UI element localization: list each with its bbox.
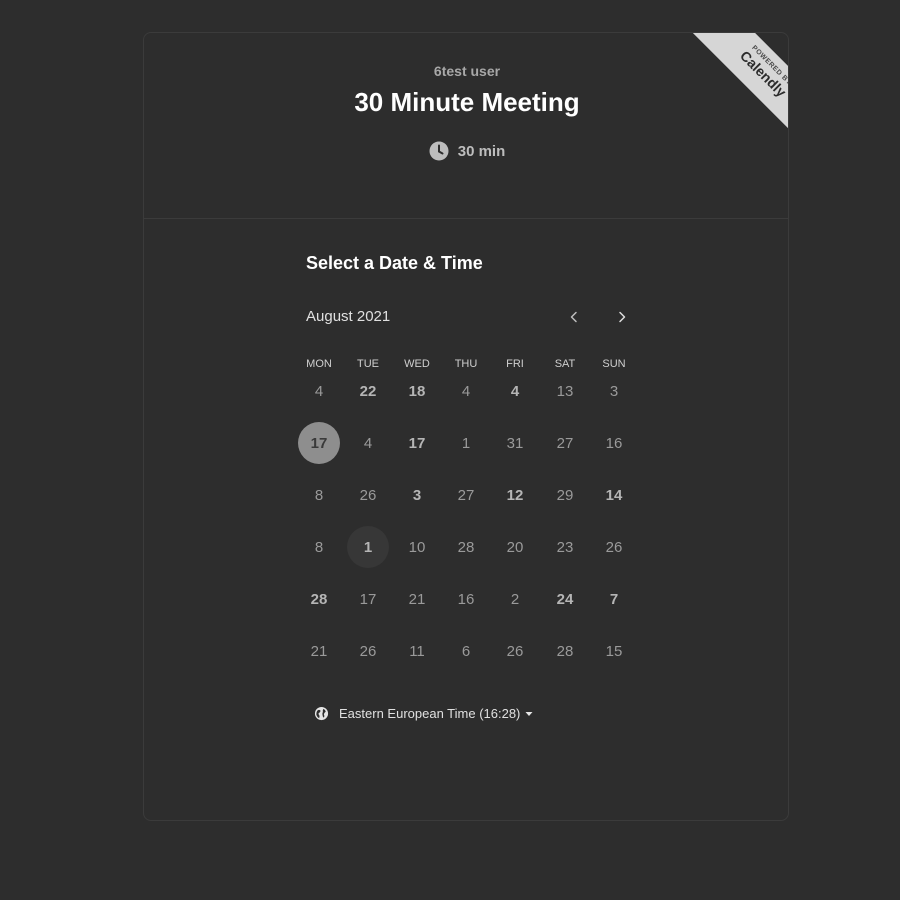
weekday-sun: SUN bbox=[602, 358, 626, 370]
calendar-day: 13 bbox=[556, 382, 574, 400]
calendar-day[interactable]: 22 bbox=[347, 370, 389, 412]
calendar-day: 29 bbox=[556, 486, 574, 504]
weekday-sat: SAT bbox=[554, 358, 576, 370]
weekday-fri: FRI bbox=[506, 358, 524, 370]
calendar-day: 6 bbox=[461, 642, 471, 660]
previous-month-button[interactable] bbox=[560, 303, 588, 331]
section-title: Select a Date & Time bbox=[306, 253, 483, 273]
month-label: August 2021 bbox=[306, 308, 391, 325]
calendar-day: 21 bbox=[310, 642, 328, 660]
calendar-day[interactable]: 7 bbox=[593, 578, 635, 620]
weekday-wed: WED bbox=[404, 358, 430, 370]
calendar-day: 31 bbox=[506, 434, 524, 452]
calendar-day: 3 bbox=[609, 382, 619, 400]
clock-icon bbox=[429, 141, 449, 161]
event-duration: 30 min bbox=[144, 141, 788, 161]
calendar-day: 26 bbox=[605, 538, 623, 556]
calendar-day[interactable]: 3 bbox=[396, 474, 438, 516]
calendar-grid: 4 22 18 4 4 13 3 17 4 17 1 31 27 16 8 26 3 27 12 29 14 8 1 10 28… bbox=[294, 376, 640, 694]
calendar-day: 26 bbox=[506, 642, 524, 660]
calendar-day[interactable]: 17 bbox=[396, 422, 438, 464]
booking-card: 6test user 30 Minute Meeting 30 min POWE… bbox=[143, 32, 789, 821]
weekday-tue: TUE bbox=[357, 358, 379, 370]
calendar-day: 11 bbox=[409, 642, 425, 660]
caret-down-icon bbox=[525, 711, 533, 716]
calendar-day: 4 bbox=[314, 382, 324, 400]
calendar-day: 16 bbox=[605, 434, 623, 452]
brand-name: Calendly bbox=[736, 47, 789, 100]
chevron-left-icon bbox=[570, 311, 577, 323]
calendar-day: 17 bbox=[359, 590, 377, 608]
calendar-day[interactable]: 18 bbox=[396, 370, 438, 412]
calendar-day: 16 bbox=[457, 590, 475, 608]
calendar-day[interactable]: 24 bbox=[544, 578, 586, 620]
calendar-day: 15 bbox=[605, 642, 623, 660]
calendar-day: 28 bbox=[457, 538, 475, 556]
calendar-day[interactable]: 12 bbox=[494, 474, 536, 516]
calendar-day: 8 bbox=[314, 538, 324, 556]
calendar-day: 28 bbox=[556, 642, 574, 660]
calendar-day: 27 bbox=[457, 486, 475, 504]
calendar-day: 27 bbox=[556, 434, 574, 452]
calendar-day: 10 bbox=[408, 538, 426, 556]
calendar-day: 26 bbox=[359, 642, 377, 660]
calendar-day: 26 bbox=[359, 486, 377, 504]
calendar-day: 4 bbox=[461, 382, 471, 400]
weekday-thu: THU bbox=[454, 358, 478, 370]
globe-icon bbox=[314, 706, 329, 721]
calendar-day[interactable]: 1 bbox=[347, 526, 389, 568]
calendar-day: 4 bbox=[363, 434, 373, 452]
timezone-selector[interactable]: Eastern European Time (16:28) bbox=[314, 706, 533, 721]
weekday-mon: MON bbox=[306, 358, 332, 370]
calendar-day: 1 bbox=[461, 434, 471, 452]
next-month-button[interactable] bbox=[608, 303, 636, 331]
calendar-day[interactable]: 17 bbox=[298, 422, 340, 464]
calendar-day: 2 bbox=[510, 590, 520, 608]
chevron-right-icon bbox=[619, 311, 626, 323]
timezone-label: Eastern European Time (16:28) bbox=[339, 706, 521, 721]
calendar-day[interactable]: 28 bbox=[298, 578, 340, 620]
calendar-day[interactable]: 14 bbox=[593, 474, 635, 516]
calendar-day: 21 bbox=[408, 590, 426, 608]
powered-by-ribbon: POWERED BY Calendly bbox=[691, 33, 789, 133]
duration-label: 30 min bbox=[457, 142, 506, 160]
calendar-day: 8 bbox=[314, 486, 324, 504]
calendar-day[interactable]: 4 bbox=[494, 370, 536, 412]
calendar-day: 20 bbox=[506, 538, 524, 556]
powered-by-badge[interactable]: POWERED BY Calendly bbox=[688, 33, 789, 133]
calendar-day: 23 bbox=[556, 538, 574, 556]
